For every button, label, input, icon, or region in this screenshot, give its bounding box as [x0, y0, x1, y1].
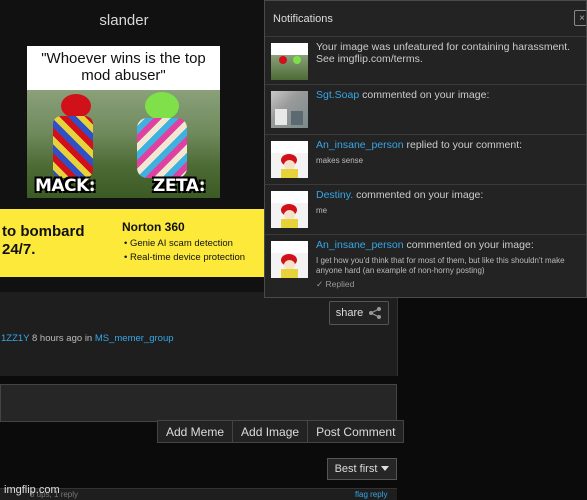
meme-label-right: ZETA: [153, 176, 206, 196]
thumbnail-clown [293, 56, 301, 64]
share-icon [369, 307, 382, 319]
comment-line: I get how you'd think that for most of t… [316, 256, 565, 265]
notification-user-link[interactable]: Destiny. [316, 189, 353, 201]
notification-item[interactable]: Sgt.Soap commented on your image: [265, 85, 586, 135]
add-image-button[interactable]: Add Image [233, 421, 309, 442]
thumbnail-photo [271, 55, 308, 80]
notification-item[interactable]: Destiny. commented on your image: me [265, 185, 586, 235]
notification-message: Your image was unfeatured for containing… [316, 41, 571, 53]
notification-action: commented on your image: [356, 189, 484, 201]
meme-image[interactable]: "Whoever wins is the top mod abuser" MAC… [27, 46, 220, 198]
post-meta: 1ZZ1Y 8 hours ago in MS_memer_group [1, 333, 174, 344]
notification-message: Sgt.Soap commented on your image: [316, 89, 586, 101]
author-link[interactable]: 1ZZ1Y [1, 333, 29, 344]
notification-item[interactable]: An_insane_person replied to your comment… [265, 135, 586, 185]
notification-user-link[interactable]: An_insane_person [316, 239, 404, 251]
add-meme-button[interactable]: Add Meme [158, 421, 234, 442]
ad-banner[interactable]: to bombard 24/7. Norton 360 Genie AI sca… [0, 209, 265, 277]
notification-item[interactable]: Your image was unfeatured for containing… [265, 37, 586, 85]
replied-status: ✓ Replied [316, 279, 355, 289]
thumbnail-clown [281, 169, 298, 178]
notification-comment-text: me [316, 206, 328, 215]
post-time: 8 hours ago [31, 333, 83, 344]
clown-right [145, 92, 179, 120]
caret-down-icon [381, 466, 390, 471]
notification-message: Destiny. commented on your image: [316, 189, 586, 201]
notification-message: An_insane_person replied to your comment… [316, 139, 586, 151]
clown-left [61, 94, 91, 118]
ad-feature: Real-time device protection [124, 251, 245, 265]
meme-caption: "Whoever wins is the top mod abuser" [41, 50, 206, 84]
clown-left-body [53, 116, 93, 178]
thumbnail-figure [291, 111, 303, 125]
notification-action: commented on your image: [362, 89, 490, 101]
notification-message: See imgflip.com/terms. [316, 53, 423, 65]
sort-selected: Best first [334, 463, 378, 475]
comment-line: anyone hard (an example of non-horny pos… [316, 266, 485, 275]
thumbnail-clown [279, 56, 287, 64]
notification-action: commented on your image: [406, 239, 534, 251]
notification-thumbnail [271, 241, 308, 278]
thumbnail-clown [281, 219, 298, 228]
sort-select[interactable]: Best first [327, 458, 397, 480]
ad-feature: Genie AI scam detection [124, 237, 245, 251]
in-label: in [84, 333, 93, 344]
post-title: slander [99, 12, 149, 29]
notification-message: An_insane_person commented on your image… [316, 239, 586, 251]
notification-comment-text: makes sense [316, 156, 364, 165]
close-icon[interactable]: × [574, 10, 586, 26]
share-label: share [335, 307, 364, 319]
post-comment-button[interactable]: Post Comment [308, 421, 404, 442]
notification-user-link[interactable]: Sgt.Soap [316, 89, 359, 101]
ad-brand: Norton 360 [122, 220, 185, 234]
thumbnail-clown [281, 269, 298, 278]
notifications-dropdown: Notifications × Your image was unfeature… [264, 0, 587, 298]
ad-feature-list: Genie AI scam detection Real-time device… [124, 237, 245, 265]
meme-photo: MACK: ZETA: [27, 90, 220, 198]
notification-thumbnail [271, 43, 308, 80]
notification-thumbnail [271, 91, 308, 128]
meme-label-left: MACK: [35, 176, 96, 196]
ad-headline: to bombard 24/7. [2, 223, 85, 258]
notification-item[interactable]: An_insane_person commented on your image… [265, 235, 586, 297]
comment-textarea[interactable] [0, 384, 397, 422]
clown-right-body [137, 118, 187, 178]
watermark: imgflip.com [4, 484, 60, 496]
notification-action: replied to your comment: [406, 139, 523, 151]
notifications-header: Notifications × [265, 1, 586, 37]
stream-link[interactable]: MS_memer_group [95, 333, 174, 344]
flag-reply-link[interactable]: flag reply [355, 490, 387, 499]
notification-user-link[interactable]: An_insane_person [316, 139, 404, 151]
comment-actions: Add Meme Add Image Post Comment [157, 420, 405, 443]
share-button[interactable]: share [329, 301, 389, 325]
notification-comment-text: I get how you'd think that for most of t… [316, 256, 586, 276]
thumbnail-figure [275, 109, 287, 125]
notification-thumbnail [271, 191, 308, 228]
notifications-title: Notifications [273, 12, 333, 25]
notification-thumbnail [271, 141, 308, 178]
